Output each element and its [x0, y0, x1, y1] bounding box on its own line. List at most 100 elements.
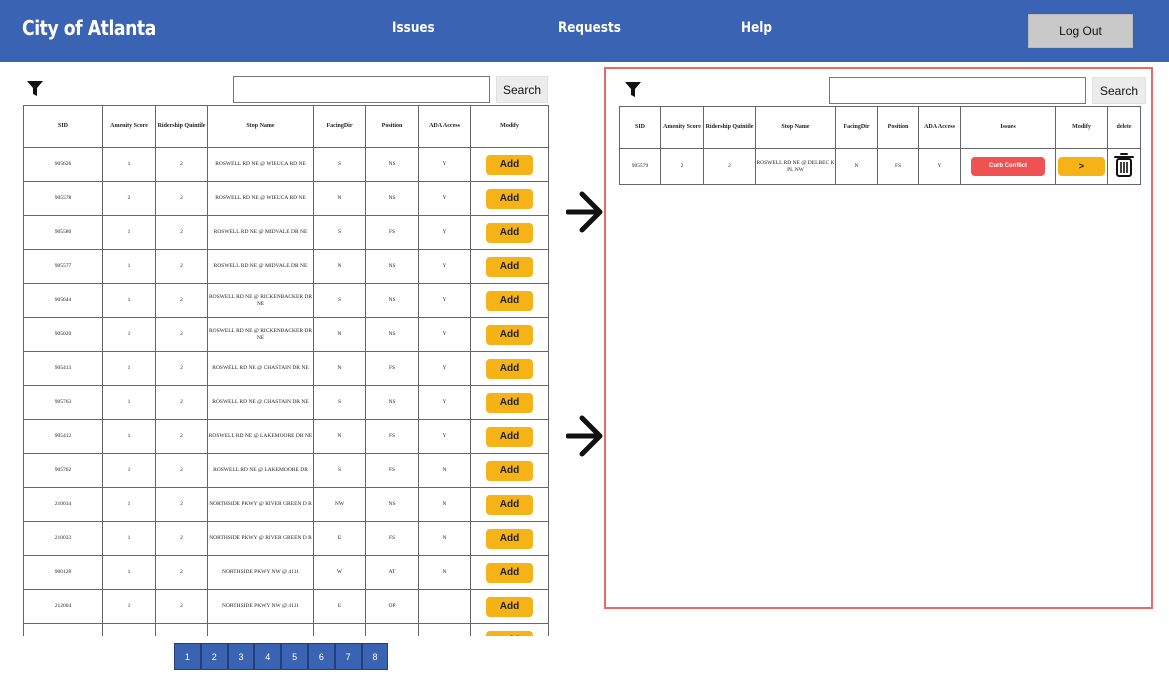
logout-button[interactable]: Log Out [1028, 14, 1133, 48]
col-modify: Modify [1055, 106, 1108, 149]
issues-search-input[interactable] [829, 77, 1086, 104]
cell-modify: Add [470, 521, 549, 556]
table-row[interactable]: 905626 1 2 ROSWELL RD NE @ WIEUCA RD NE S NS Y… [23, 147, 549, 182]
table-row[interactable]: 905412 1 2 ROSWELL RD NE @ LAKEMOORE DR NE N… [23, 419, 549, 454]
add-button[interactable]: Add [486, 528, 533, 549]
nav-help[interactable]: Help [741, 20, 772, 36]
table-row[interactable]: 905762 1 2 ROSWELL RD NE @ LAKEMOORE DR S FS N… [23, 453, 549, 488]
table-row[interactable]: 905579 2 2 ROSWELL RD NE @ DELBEC K PL NW N F… [619, 148, 1141, 185]
page-button[interactable]: 3 [227, 643, 255, 670]
add-button[interactable]: Add [486, 324, 533, 345]
cell-position: NS [365, 283, 419, 318]
cell-position: FS [365, 521, 419, 556]
add-button[interactable]: Add [486, 154, 533, 175]
col-ridership-quintile: Ridership Quintile [155, 105, 208, 148]
filter-icon[interactable] [27, 81, 43, 97]
trash-icon[interactable] [1113, 152, 1135, 178]
add-button[interactable]: Add [486, 630, 533, 636]
issue-badge[interactable]: Curb Conflict [971, 157, 1045, 176]
table-row[interactable]: 905580 1 2 ROSWELL RD NE @ MIDVALE DR NE S FS… [23, 215, 549, 250]
page-button[interactable]: 2 [200, 643, 228, 670]
add-button[interactable]: Add [486, 256, 533, 277]
cell-stop-name: ROSWELL RD NE @ LAKEMOORE DR NE [207, 419, 314, 454]
cell-amenity-score: 1 [102, 419, 156, 454]
page-button[interactable]: 7 [334, 643, 362, 670]
cell-stop-name: ROSWELL RD NE @ WIEUCA RD NE [207, 181, 314, 216]
cell-ridership-quintile: 2 [155, 487, 208, 522]
cell-modify: Add [470, 623, 549, 636]
table-row[interactable]: 210034 1 2 NORTHSIDE PKWY @ RIVER GREEN D R… [23, 487, 549, 522]
table-row[interactable]: ROSWELL RD NE @ LAND GLADES D Add [23, 623, 549, 636]
add-button[interactable]: Add [486, 596, 533, 617]
table-row[interactable]: 905413 1 2 ROSWELL RD NE @ CHASTAIN DR NE N F… [23, 351, 549, 386]
cell-stop-name: ROSWELL RD NE @ CHASTAIN DR NE [207, 351, 314, 386]
col-facing-dir: FacingDir [835, 106, 878, 149]
cell-modify: Add [470, 385, 549, 420]
cell-stop-name: NORTHSIDE PKWY NW @ 4111 [207, 589, 314, 624]
cell-sid: 905644 [23, 283, 103, 318]
cell-ada-access: Y [418, 351, 471, 386]
add-button[interactable]: Add [486, 188, 533, 209]
add-button[interactable]: Add [486, 494, 533, 515]
cell-ada-access: N [418, 555, 471, 590]
nav-requests[interactable]: Requests [558, 20, 621, 36]
add-button[interactable]: Add [486, 426, 533, 447]
add-button[interactable]: Add [486, 358, 533, 379]
table-row[interactable]: 905577 1 2 ROSWELL RD NE @ MIDVALE DR NE N NS… [23, 249, 549, 284]
add-button[interactable]: Add [486, 460, 533, 481]
cell-amenity-score: 1 [102, 317, 156, 352]
cell-ridership-quintile: 2 [155, 249, 208, 284]
arrow-right-icon [566, 191, 603, 233]
table-row[interactable]: 212004 1 2 NORTHSIDE PKWY NW @ 4111 E OP Add [23, 589, 549, 624]
table-row[interactable]: 905020 1 2 ROSWELL RD NE @ RICKENBACKER DR … [23, 317, 549, 352]
add-button[interactable]: Add [486, 290, 533, 311]
cell-amenity-score: 1 [102, 215, 156, 250]
cell-facing-dir: NW [313, 487, 366, 522]
col-issues: Issues [960, 106, 1056, 149]
page-button[interactable]: 4 [254, 643, 282, 670]
cell-ridership-quintile: 2 [155, 589, 208, 624]
page-button[interactable]: 1 [174, 643, 201, 670]
table-row[interactable]: 905763 1 2 ROSWELL RD NE @ CHASTAIN DR NE S N… [23, 385, 549, 420]
page-button[interactable]: 6 [307, 643, 335, 670]
filter-icon[interactable] [625, 82, 641, 98]
modify-button[interactable]: > [1058, 157, 1105, 176]
cell-modify: Add [470, 283, 549, 318]
cell-stop-name: ROSWELL RD NE @ WIEUCA RD NE [207, 147, 314, 182]
cell-sid: 905762 [23, 453, 103, 488]
cell-facing-dir: W [313, 555, 366, 590]
cell-ada-access: Y [418, 419, 471, 454]
col-ada-access: ADA Access [918, 106, 961, 149]
col-delete: delete [1107, 106, 1141, 149]
cell-modify: Add [470, 249, 549, 284]
page-button[interactable]: 8 [361, 643, 389, 670]
cell-ada-access: N [418, 453, 471, 488]
add-button[interactable]: Add [486, 562, 533, 583]
cell-sid: 905580 [23, 215, 103, 250]
cell-amenity-score: 1 [102, 521, 156, 556]
page-button[interactable]: 5 [281, 643, 308, 670]
cell-position: FS [365, 351, 419, 386]
app-title[interactable]: City of Atlanta [22, 16, 156, 40]
col-modify: Modify [470, 105, 549, 148]
nav-issues[interactable]: Issues [392, 20, 435, 36]
add-button[interactable]: Add [486, 222, 533, 243]
cell-position: NS [365, 385, 419, 420]
cell-position: NS [365, 181, 419, 216]
table-row[interactable]: 905578 2 2 ROSWELL RD NE @ WIEUCA RD NE N NS Y… [23, 181, 549, 216]
cell-ada-access: Y [418, 181, 471, 216]
stops-search-input[interactable] [233, 76, 490, 103]
add-button[interactable]: Add [486, 392, 533, 413]
cell-issues: Curb Conflict [960, 148, 1056, 185]
cell-ridership-quintile [155, 623, 208, 636]
stops-search-button[interactable]: Search [496, 76, 548, 103]
table-row[interactable]: 210033 1 2 NORTHSIDE PKWY @ RIVER GREEN D R… [23, 521, 549, 556]
cell-sid: 905763 [23, 385, 103, 420]
col-amenity-score: Amenity Score [102, 105, 156, 148]
table-row[interactable]: 900128 1 2 NORTHSIDE PKWY NW @ 4111 W AT N Add [23, 555, 549, 590]
cell-position: OP [365, 589, 419, 624]
issues-search-button[interactable]: Search [1092, 77, 1146, 104]
col-sid: SID [619, 106, 661, 149]
cell-facing-dir [313, 623, 366, 636]
table-row[interactable]: 905644 1 2 ROSWELL RD NE @ RICKENBACKER DR … [23, 283, 549, 318]
